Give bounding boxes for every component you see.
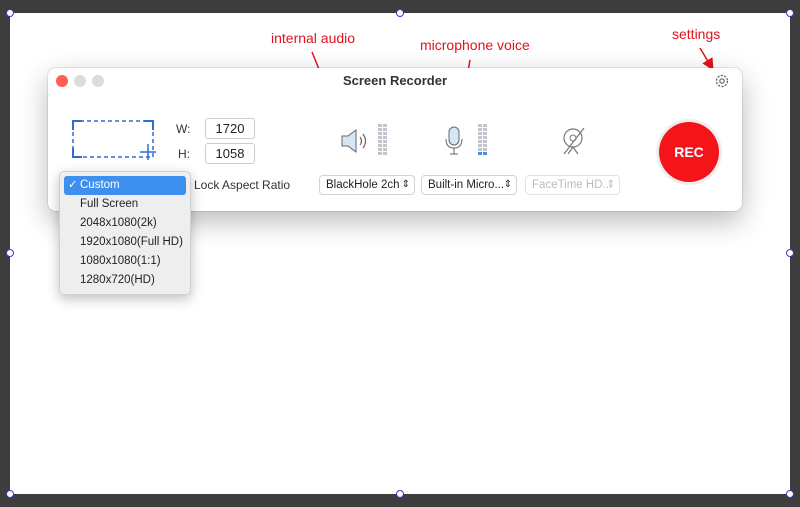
camera-select[interactable]: FaceTime HD... ⇕	[525, 175, 620, 195]
microphone-icon[interactable]	[444, 126, 464, 156]
menu-item-hd[interactable]: 1280x720(HD)	[64, 271, 186, 290]
region-select-icon[interactable]	[72, 120, 158, 162]
minimize-button[interactable]	[74, 75, 86, 87]
audio-source-select[interactable]: BlackHole 2ch ⇕	[319, 175, 415, 195]
camera-off-icon[interactable]	[561, 126, 587, 156]
height-label: H:	[178, 147, 190, 161]
microphone-value: Built-in Micro...	[428, 179, 505, 191]
checkmark-icon: ✓	[68, 179, 78, 191]
camera-value: FaceTime HD...	[532, 179, 613, 191]
menu-item-square[interactable]: 1080x1080(1:1)	[64, 252, 186, 271]
updown-icon: ⇕	[401, 179, 410, 190]
gear-icon[interactable]	[714, 73, 730, 89]
lock-aspect-ratio-label[interactable]: Lock Aspect Ratio	[194, 178, 290, 192]
menu-item-label: Custom	[80, 179, 120, 191]
title-bar: Screen Recorder	[48, 68, 742, 94]
width-label: W:	[176, 122, 191, 136]
resolution-preset-menu: ✓ Custom Full Screen 2048x1080(2k) 1920x1…	[59, 171, 191, 295]
height-input[interactable]: 1058	[205, 143, 255, 164]
updown-icon: ⇕	[606, 179, 615, 190]
menu-item-custom[interactable]: ✓ Custom	[64, 176, 186, 195]
microphone-select[interactable]: Built-in Micro... ⇕	[421, 175, 517, 195]
updown-icon: ⇕	[503, 179, 512, 190]
audio-level-meter	[378, 124, 387, 155]
window-title: Screen Recorder	[342, 73, 448, 88]
record-button[interactable]: REC	[659, 122, 719, 182]
menu-item-full-screen[interactable]: Full Screen	[64, 195, 186, 214]
menu-item-2k[interactable]: 2048x1080(2k)	[64, 214, 186, 233]
width-input[interactable]: 1720	[205, 118, 255, 139]
close-button[interactable]	[56, 75, 68, 87]
menu-item-full-hd[interactable]: 1920x1080(Full HD)	[64, 233, 186, 252]
speaker-icon[interactable]	[340, 128, 370, 154]
mic-level-meter	[478, 124, 487, 155]
audio-source-value: BlackHole 2ch	[326, 179, 400, 191]
zoom-button[interactable]	[92, 75, 104, 87]
